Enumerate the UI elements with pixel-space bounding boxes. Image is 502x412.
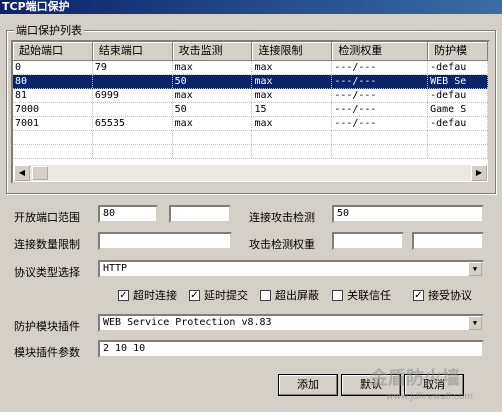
params-label: 模块插件参数 [14, 346, 80, 359]
open-port-to-field[interactable] [169, 205, 231, 223]
protocol-select[interactable]: HTTP ▼ [98, 260, 484, 278]
open-port-from-field[interactable]: 80 [98, 205, 158, 223]
cell-attack: max [173, 61, 253, 74]
cell-module: WEB Se [428, 75, 488, 88]
cell-limit: 15 [252, 103, 333, 116]
cell-start: 7000 [13, 103, 93, 116]
col-end-port[interactable]: 结束端口 [92, 42, 173, 61]
checkbox-box[interactable]: ✓ [189, 289, 200, 301]
table-row[interactable]: 0 79 max max ---/--- -defau [13, 61, 488, 75]
conn-attack-detect-field[interactable]: 50 [332, 205, 484, 223]
conn-limit-field[interactable] [98, 232, 232, 250]
cell-limit: max [252, 61, 333, 74]
module-label: 防护模块插件 [14, 320, 80, 333]
list-header: 起始端口 结束端口 攻击监测 连接限制 检测权重 防护模 [13, 42, 488, 61]
cell-end: 6999 [93, 89, 173, 102]
conn-limit-label: 连接数量限制 [14, 238, 80, 251]
empty-row [13, 131, 488, 145]
protocol-value: HTTP [103, 263, 128, 274]
cell-weight: ---/--- [332, 61, 429, 74]
table-row-selected[interactable]: 80 50 max ---/--- WEB Se [13, 75, 488, 89]
checkbox-label: 超出屏蔽 [275, 289, 319, 302]
cell-start: 80 [13, 75, 93, 88]
cell-end [93, 103, 173, 116]
window-title: TCP端口保护 [0, 0, 502, 14]
checkbox-timeout-conn[interactable]: ✓ 超时连接 [118, 287, 177, 303]
col-start-port[interactable]: 起始端口 [13, 42, 93, 61]
cell-end: 65535 [93, 117, 173, 130]
cell-end [93, 75, 173, 88]
add-button[interactable]: 添加 [278, 374, 338, 396]
checkbox-box[interactable]: ✓ [413, 289, 424, 301]
checkbox-box[interactable] [332, 289, 343, 301]
table-row[interactable]: 81 6999 max max ---/--- -defau [13, 89, 488, 103]
cell-start: 81 [13, 89, 93, 102]
cell-weight: ---/--- [332, 89, 429, 102]
group-label: 端口保护列表 [14, 22, 84, 38]
chevron-down-icon[interactable]: ▼ [468, 262, 482, 276]
cell-limit: max [252, 75, 333, 88]
cell-module: Game S [428, 103, 488, 116]
open-port-range-label: 开放端口范围 [14, 211, 80, 224]
cell-attack: 50 [173, 103, 253, 116]
cell-weight: ---/--- [332, 103, 429, 116]
scroll-thumb[interactable] [32, 166, 48, 180]
col-conn-limit[interactable]: 连接限制 [252, 42, 333, 61]
protocol-label: 协议类型选择 [14, 266, 80, 279]
horizontal-scrollbar[interactable]: ◀ ▶ [14, 165, 487, 181]
checkbox-box[interactable] [260, 289, 271, 301]
checkbox-label: 接受协议 [428, 289, 472, 302]
col-attack-detect[interactable]: 攻击监测 [172, 42, 253, 61]
attack-weight-field-a[interactable] [332, 232, 404, 250]
port-list[interactable]: 起始端口 结束端口 攻击监测 连接限制 检测权重 防护模 0 79 max ma… [11, 40, 490, 184]
empty-row [13, 145, 488, 159]
cell-module: -defau [428, 117, 488, 130]
checkbox-label: 延时提交 [204, 289, 248, 302]
scroll-left-icon[interactable]: ◀ [14, 165, 30, 181]
col-module[interactable]: 防护模 [428, 42, 488, 61]
module-select[interactable]: WEB Service Protection v8.83 ▼ [98, 314, 484, 332]
scroll-right-icon[interactable]: ▶ [471, 165, 487, 181]
table-row[interactable]: 7000 50 15 ---/--- Game S [13, 103, 488, 117]
col-detect-weight[interactable]: 检测权重 [332, 42, 429, 61]
checkbox-box[interactable]: ✓ [118, 289, 129, 301]
checkbox-delay-submit[interactable]: ✓ 延时提交 [189, 287, 248, 303]
cell-limit: max [252, 117, 333, 130]
cell-weight: ---/--- [332, 117, 429, 130]
checkbox-accept-protocol[interactable]: ✓ 接受协议 [413, 287, 472, 303]
cell-start: 7001 [13, 117, 93, 130]
table-row[interactable]: 7001 65535 max max ---/--- -defau [13, 117, 488, 131]
cell-start: 0 [13, 61, 93, 74]
cell-weight: ---/--- [332, 75, 429, 88]
watermark-url: www.jdfirewall.com [386, 392, 473, 402]
watermark-logo: 金盾防火墙 [370, 368, 460, 389]
chevron-down-icon[interactable]: ▼ [468, 316, 482, 330]
cell-end: 79 [93, 61, 173, 74]
cell-limit: max [252, 89, 333, 102]
params-field[interactable]: 2 10 10 [98, 340, 484, 358]
conn-attack-detect-label: 连接攻击检测 [249, 211, 315, 224]
cell-attack: max [173, 89, 253, 102]
attack-weight-field-b[interactable] [412, 232, 484, 250]
checkbox-label: 关联信任 [347, 289, 391, 302]
attack-weight-label: 攻击检测权重 [249, 238, 315, 251]
checkbox-over-block[interactable]: 超出屏蔽 [260, 287, 319, 303]
cell-attack: 50 [173, 75, 253, 88]
checkbox-label: 超时连接 [133, 289, 177, 302]
cell-module: -defau [428, 61, 488, 74]
cell-attack: max [173, 117, 253, 130]
cell-module: -defau [428, 89, 488, 102]
list-rows: 0 79 max max ---/--- -defau 80 50 max --… [13, 61, 488, 159]
checkbox-assoc-trust[interactable]: 关联信任 [332, 287, 391, 303]
module-value: WEB Service Protection v8.83 [103, 317, 272, 328]
